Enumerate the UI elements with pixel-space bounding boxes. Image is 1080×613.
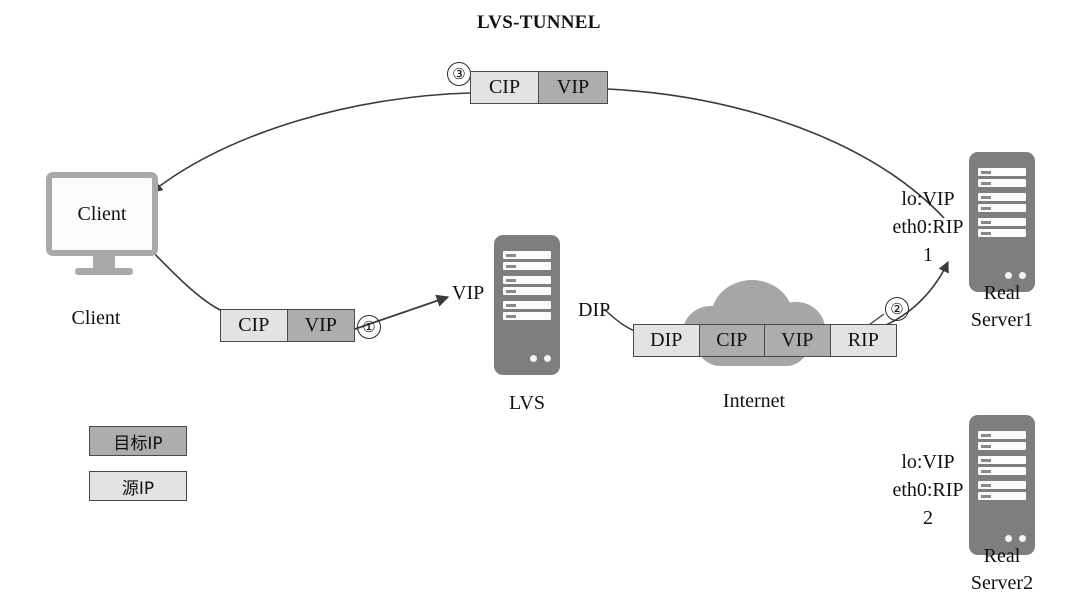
server-leds bbox=[1005, 535, 1026, 542]
bay-group bbox=[503, 301, 551, 320]
server-bay bbox=[978, 229, 1026, 237]
server-led bbox=[544, 355, 551, 362]
packet-cell-rip: RIP bbox=[830, 325, 896, 356]
diagram-canvas: LVS-TUNNEL ③ CIP VIP Client Client CIP V… bbox=[0, 0, 1080, 613]
client-screen-label: Client bbox=[77, 202, 127, 225]
packet-reply-top: CIP VIP bbox=[470, 71, 608, 104]
bay-group bbox=[978, 456, 1026, 475]
real-server-1-caption-line1: Real bbox=[983, 282, 1021, 304]
bay-group bbox=[503, 251, 551, 270]
real-server-1-interfaces: lo:VIP eth0:RIP 1 bbox=[892, 188, 964, 266]
server-bays bbox=[978, 168, 1026, 243]
bay-group bbox=[978, 481, 1026, 500]
server-led bbox=[1019, 535, 1026, 542]
real-server-2 bbox=[969, 415, 1035, 555]
server-bay bbox=[978, 481, 1026, 489]
server-bay bbox=[503, 301, 551, 309]
server-bay bbox=[978, 456, 1026, 464]
packet-cell-cip: CIP bbox=[221, 310, 288, 341]
server-bay bbox=[978, 179, 1026, 187]
step-marker-2: ② bbox=[885, 297, 909, 321]
real-server-2-caption-line2: Server2 bbox=[970, 572, 1034, 594]
bay-group bbox=[978, 218, 1026, 237]
server-bay bbox=[978, 492, 1026, 500]
server-bay bbox=[978, 193, 1026, 201]
server-led bbox=[1005, 272, 1012, 279]
server-bay bbox=[978, 442, 1026, 450]
server-bay bbox=[978, 168, 1026, 176]
server-bay bbox=[978, 431, 1026, 439]
packet-cell-cip: CIP bbox=[471, 72, 539, 103]
packet-cell-vip: VIP bbox=[539, 72, 607, 103]
bay-group bbox=[978, 193, 1026, 212]
packet-cell-dip: DIP bbox=[634, 325, 700, 356]
server-bay bbox=[978, 204, 1026, 212]
monitor-neck bbox=[93, 256, 115, 268]
real-server-1-caption-line2: Server1 bbox=[970, 309, 1034, 331]
bay-group bbox=[503, 276, 551, 295]
legend-destination-ip: 目标IP bbox=[89, 426, 187, 456]
server-bay bbox=[978, 218, 1026, 226]
packet-request-client: CIP VIP bbox=[220, 309, 355, 342]
lvs-dip-label: DIP bbox=[578, 299, 611, 321]
server-led bbox=[1019, 272, 1026, 279]
edge-client-to-request-packet bbox=[147, 246, 223, 312]
legend-source-ip: 源IP bbox=[89, 471, 187, 501]
packet-tunnel: DIP CIP VIP RIP bbox=[633, 324, 897, 357]
server-bay bbox=[503, 312, 551, 320]
lvs-vip-label: VIP bbox=[452, 282, 485, 304]
server-led bbox=[530, 355, 537, 362]
lvs-caption: LVS bbox=[509, 392, 545, 414]
real-server-2-caption-line1: Real bbox=[983, 545, 1021, 567]
packet-cell-cip: CIP bbox=[699, 325, 765, 356]
bay-group bbox=[978, 431, 1026, 450]
packet-cell-vip: VIP bbox=[287, 310, 354, 341]
server-bays bbox=[978, 431, 1026, 506]
edge-tunnel-to-realserver1 bbox=[871, 260, 949, 331]
server-bay bbox=[503, 287, 551, 295]
lvs-server bbox=[494, 235, 560, 375]
server-led bbox=[1005, 535, 1012, 542]
server-bay bbox=[503, 251, 551, 259]
client-caption: Client bbox=[71, 307, 121, 329]
bay-group bbox=[978, 168, 1026, 187]
real-server-1 bbox=[969, 152, 1035, 292]
server-leds bbox=[530, 355, 551, 362]
server-bay bbox=[978, 467, 1026, 475]
monitor-foot bbox=[75, 268, 133, 275]
server-bay bbox=[503, 262, 551, 270]
step-marker-3: ③ bbox=[447, 62, 471, 86]
real-server-2-interfaces: lo:VIP eth0:RIP 2 bbox=[892, 451, 964, 529]
server-bay bbox=[503, 276, 551, 284]
client-monitor: Client bbox=[46, 172, 158, 256]
edge-reply-to-client bbox=[151, 92, 471, 193]
server-leds bbox=[1005, 272, 1026, 279]
diagram-title: LVS-TUNNEL bbox=[477, 12, 601, 33]
packet-cell-vip: VIP bbox=[765, 325, 831, 356]
internet-caption: Internet bbox=[722, 390, 786, 412]
server-bays bbox=[503, 251, 551, 326]
step-marker-1: ① bbox=[357, 315, 381, 339]
